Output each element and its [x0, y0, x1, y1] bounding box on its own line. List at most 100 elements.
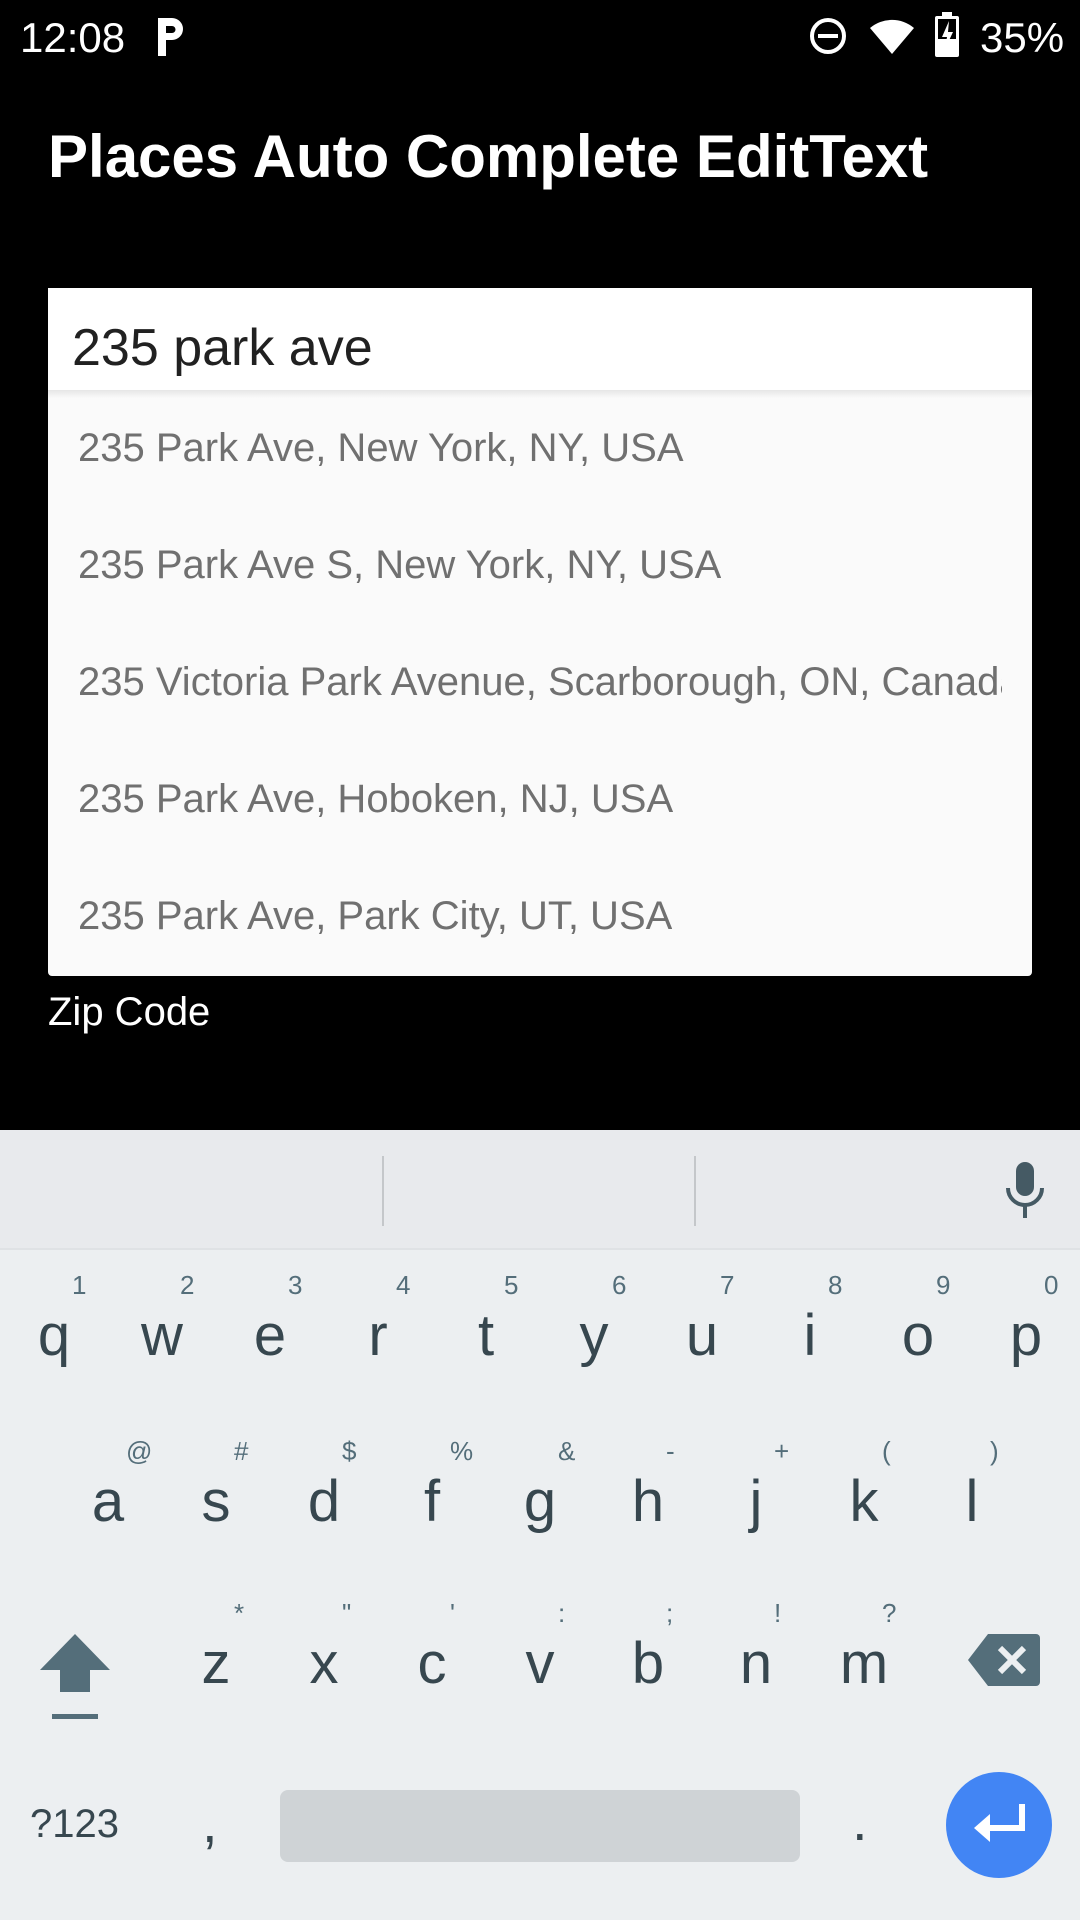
- key-j[interactable]: j +: [702, 1428, 810, 1578]
- battery-percent: 35%: [980, 14, 1065, 61]
- backspace-icon[interactable]: [966, 1632, 1042, 1688]
- key-f[interactable]: f%: [378, 1428, 486, 1578]
- key-hint: :: [558, 1598, 566, 1628]
- suggestion-item[interactable]: 235 Park Ave, Park City, UT, USA: [48, 858, 1032, 975]
- key-letter: z: [201, 1631, 231, 1696]
- key-l[interactable]: l): [918, 1428, 1026, 1578]
- key-r[interactable]: r4: [324, 1262, 432, 1412]
- key-hint: +: [774, 1436, 790, 1466]
- status-bar: 12:08 35%: [0, 0, 1080, 76]
- key-w[interactable]: w2: [108, 1262, 216, 1412]
- mic-icon[interactable]: [1000, 1160, 1050, 1222]
- key-letter: u: [685, 1303, 719, 1368]
- key-q[interactable]: q1: [0, 1262, 108, 1412]
- autocomplete-dropdown: 235 Park Ave, New York, NY, USA 235 Park…: [48, 390, 1032, 976]
- key-d[interactable]: d $: [270, 1428, 378, 1578]
- key-letter: b: [631, 1631, 665, 1696]
- key-letter: w: [141, 1303, 183, 1368]
- key-letter: q: [37, 1303, 71, 1368]
- suggestion-item[interactable]: 235 Victoria Park Avenue, Scarborough, O…: [48, 624, 1032, 741]
- key-z[interactable]: z *: [162, 1590, 270, 1740]
- key-u[interactable]: u7: [648, 1262, 756, 1412]
- key-y[interactable]: y6: [540, 1262, 648, 1412]
- key-o[interactable]: o9: [864, 1262, 972, 1412]
- key-a[interactable]: a @: [54, 1428, 162, 1578]
- space-bar[interactable]: [280, 1790, 800, 1862]
- key-hint: ): [990, 1436, 999, 1466]
- key-k[interactable]: k(: [810, 1428, 918, 1578]
- suggestion-label: 235 Victoria Park Avenue, Scarborough, O…: [78, 660, 1002, 704]
- key-hint: -: [666, 1436, 675, 1466]
- key-hint: @: [126, 1436, 153, 1466]
- strip-divider: [694, 1156, 696, 1226]
- key-t[interactable]: t5: [432, 1262, 540, 1412]
- key-hint: 7: [720, 1270, 735, 1300]
- key-x[interactable]: x ": [270, 1590, 378, 1740]
- shift-icon[interactable]: [38, 1630, 112, 1722]
- key-letter: f: [423, 1469, 441, 1534]
- key-letter: c: [417, 1631, 447, 1696]
- key-letter: y: [579, 1303, 609, 1368]
- wifi-icon: [870, 19, 914, 54]
- key-letter: n: [739, 1631, 773, 1696]
- suggestion-label: 235 Park Ave, Hoboken, NJ, USA: [78, 777, 674, 821]
- zip-code-label: Zip Code: [48, 990, 211, 1034]
- key-letter: a: [91, 1469, 125, 1534]
- key-p[interactable]: p0: [972, 1262, 1080, 1412]
- period-key[interactable]: .: [852, 1788, 868, 1853]
- key-hint: &: [558, 1436, 576, 1466]
- key-g[interactable]: g &: [486, 1428, 594, 1578]
- key-e[interactable]: e3: [216, 1262, 324, 1412]
- battery-charging-icon: [935, 12, 959, 57]
- key-letter: d: [307, 1469, 341, 1534]
- screen: 12:08 35% Places Auto Complete EditText …: [0, 0, 1080, 1920]
- key-letter: h: [631, 1469, 665, 1534]
- key-hint: 6: [612, 1270, 627, 1300]
- symbols-key[interactable]: ?123: [30, 1802, 119, 1847]
- key-h[interactable]: h-: [594, 1428, 702, 1578]
- suggestion-label: 235 Park Ave S, New York, NY, USA: [78, 543, 722, 587]
- enter-icon: [974, 1804, 1025, 1842]
- key-n[interactable]: n!: [702, 1590, 810, 1740]
- enter-button[interactable]: [946, 1772, 1052, 1878]
- key-hint: #: [234, 1436, 249, 1466]
- key-hint: 5: [504, 1270, 519, 1300]
- key-letter: g: [523, 1469, 557, 1534]
- p-app-icon: [158, 18, 183, 56]
- key-letter: o: [901, 1303, 935, 1368]
- key-v[interactable]: v:: [486, 1590, 594, 1740]
- key-hint: (: [882, 1436, 891, 1466]
- key-letter: s: [201, 1469, 231, 1534]
- key-hint: ": [342, 1598, 352, 1628]
- key-c[interactable]: c ': [378, 1590, 486, 1740]
- key-hint: 8: [828, 1270, 843, 1300]
- address-autocomplete-input[interactable]: 235 park ave: [48, 288, 1032, 390]
- key-hint: ;: [666, 1598, 674, 1628]
- key-hint: !: [774, 1598, 782, 1628]
- key-letter: t: [477, 1303, 495, 1368]
- key-i[interactable]: i8: [756, 1262, 864, 1412]
- suggestion-item[interactable]: 235 Park Ave S, New York, NY, USA: [48, 507, 1032, 624]
- suggestion-item[interactable]: 235 Park Ave, New York, NY, USA: [48, 390, 1032, 507]
- suggestion-item[interactable]: 235 Park Ave, Hoboken, NJ, USA: [48, 741, 1032, 858]
- key-letter: p: [1009, 1303, 1043, 1368]
- comma-key[interactable]: ,: [202, 1790, 218, 1855]
- key-letter: m: [839, 1631, 889, 1696]
- status-time: 12:08: [20, 14, 126, 61]
- key-letter: e: [253, 1303, 287, 1368]
- key-hint: 4: [396, 1270, 411, 1300]
- key-hint: ': [450, 1598, 455, 1628]
- key-m[interactable]: m?: [810, 1590, 918, 1740]
- key-hint: 9: [936, 1270, 951, 1300]
- key-hint: %: [450, 1436, 474, 1466]
- key-b[interactable]: b;: [594, 1590, 702, 1740]
- key-letter: v: [525, 1631, 555, 1696]
- key-letter: i: [803, 1303, 817, 1368]
- key-s[interactable]: s #: [162, 1428, 270, 1578]
- strip-divider: [382, 1156, 384, 1226]
- key-hint: 2: [180, 1270, 195, 1300]
- address-input-value[interactable]: 235 park ave: [72, 318, 373, 378]
- suggestion-label: 235 Park Ave, Park City, UT, USA: [78, 894, 673, 938]
- key-letter: x: [309, 1631, 339, 1696]
- key-hint: *: [234, 1598, 245, 1628]
